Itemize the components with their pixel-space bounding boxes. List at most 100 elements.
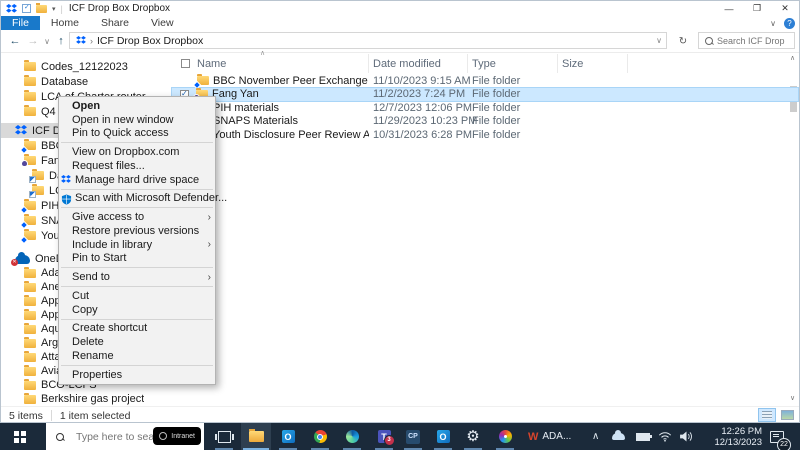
thumbnails-view-button[interactable]: [778, 408, 796, 422]
tray-app[interactable]: W ADA...: [528, 423, 578, 450]
cp-app-taskbar-button[interactable]: CP: [398, 423, 428, 450]
notification-center-button[interactable]: 22: [770, 423, 791, 450]
menu-item-scan-with-defender[interactable]: Scan with Microsoft Defender...: [59, 192, 227, 206]
task-view-button[interactable]: [209, 423, 239, 450]
folder-icon: [24, 60, 36, 71]
menu-item-open-in-new-window[interactable]: Open in new window: [59, 113, 215, 127]
menu-item-request-files[interactable]: Request files...: [59, 159, 215, 173]
menu-item-restore-previous-versions[interactable]: Restore previous versions: [59, 224, 215, 238]
sidebar-item[interactable]: Berkshire gas project: [1, 392, 172, 406]
menu-item-copy[interactable]: Copy: [59, 303, 215, 317]
sidebar-item[interactable]: Database: [1, 74, 172, 89]
menu-item-give-access-to[interactable]: Give access to ›: [59, 210, 215, 224]
file-row[interactable]: SNAPS Materials 11/29/2023 10:23 PM File…: [172, 114, 798, 129]
menu-item-include-in-library[interactable]: Include in library ›: [59, 238, 215, 252]
forward-button[interactable]: →: [25, 30, 41, 52]
outlook-icon: O: [436, 430, 450, 443]
column-header-name[interactable]: Name: [172, 54, 369, 73]
tray-overflow-chevron[interactable]: ∧: [592, 423, 599, 450]
column-header-size[interactable]: Size: [558, 54, 628, 73]
menu-item-rename[interactable]: Rename: [59, 349, 215, 363]
file-row-selected[interactable]: Fang Yan 11/2/2023 7:24 PM File folder: [171, 86, 799, 102]
minimize-button[interactable]: —: [715, 1, 743, 16]
gear-icon: ⚙: [466, 428, 480, 445]
submenu-arrow-icon: ›: [207, 239, 211, 251]
details-view-button[interactable]: [758, 408, 776, 422]
menu-item-cut[interactable]: Cut: [59, 289, 215, 303]
new-folder-quick-icon[interactable]: [36, 2, 47, 13]
file-row[interactable]: BBC November Peer Exchange 11/10/2023 9:…: [172, 74, 798, 88]
view-toggles: [758, 408, 796, 422]
title-bar: ▾ | ICF Drop Box Dropbox — ❐ ✕: [1, 1, 799, 16]
tab-view[interactable]: View: [140, 16, 185, 30]
properties-quick-icon[interactable]: [22, 3, 31, 13]
menu-separator: [61, 188, 213, 190]
settings-taskbar-button[interactable]: ⚙: [458, 423, 488, 450]
customize-toolbar-chevron-icon[interactable]: ▾: [52, 5, 56, 13]
selection-count: 1 item selected: [59, 409, 131, 422]
teams-icon: T3: [377, 430, 395, 446]
column-header-date-modified[interactable]: Date modified: [369, 54, 468, 73]
menu-item-view-on-dropbox[interactable]: View on Dropbox.com: [59, 145, 215, 159]
clock[interactable]: 12:26 PM 12/13/2023: [700, 423, 762, 450]
menu-item-send-to[interactable]: Send to ›: [59, 270, 215, 284]
folder-icon: [24, 392, 36, 404]
menu-separator: [61, 286, 213, 287]
menu-item-create-shortcut[interactable]: Create shortcut: [59, 322, 215, 336]
outlook2-taskbar-button[interactable]: O: [428, 423, 458, 450]
volume-tray-icon[interactable]: [680, 423, 693, 450]
menu-separator: [61, 267, 213, 269]
battery-tray-icon[interactable]: [636, 423, 652, 450]
sidebar-item[interactable]: Codes_12122023: [1, 59, 172, 74]
file-row[interactable]: Youth Disclosure Peer Review Articles 10…: [172, 128, 798, 142]
menu-item-open[interactable]: Open: [59, 99, 215, 113]
menu-item-delete[interactable]: Delete: [59, 335, 215, 349]
recent-locations-chevron-icon[interactable]: ∨: [41, 30, 53, 52]
outlook-taskbar-button[interactable]: O: [273, 423, 303, 450]
teams-taskbar-button[interactable]: T3: [369, 423, 399, 450]
intranet-badge[interactable]: Intranet: [153, 427, 201, 445]
menu-item-pin-to-quick-access[interactable]: Pin to Quick access: [59, 127, 215, 141]
taskbar-search[interactable]: Intranet: [46, 423, 204, 450]
chrome-taskbar-button[interactable]: [305, 423, 335, 450]
file-list: ∧ Name Date modified Type Size BBC Novem…: [171, 50, 799, 406]
search-box[interactable]: [698, 32, 795, 49]
paint-app-taskbar-button[interactable]: [490, 423, 520, 450]
back-button[interactable]: ←: [7, 30, 23, 52]
folder-icon: [24, 336, 36, 348]
tab-file[interactable]: File: [1, 16, 40, 30]
folder-icon: [24, 322, 36, 334]
search-input[interactable]: [717, 35, 787, 46]
start-button[interactable]: [0, 423, 46, 450]
file-explorer-taskbar-button[interactable]: [241, 423, 271, 450]
file-row[interactable]: PIH materials 12/7/2023 12:06 PM File fo…: [172, 101, 798, 115]
restore-button[interactable]: ❐: [743, 1, 771, 16]
onedrive-tray-icon[interactable]: [612, 423, 625, 450]
menu-item-pin-to-start[interactable]: Pin to Start: [59, 252, 215, 266]
folder-icon: [24, 75, 36, 86]
help-icon[interactable]: ?: [784, 17, 795, 29]
expand-ribbon-chevron-icon[interactable]: ∨: [770, 19, 776, 28]
folder-icon: [24, 350, 36, 362]
column-header-type[interactable]: Type: [468, 54, 558, 73]
tab-share[interactable]: Share: [90, 16, 140, 30]
dropbox-folder-icon: [24, 199, 36, 210]
close-button[interactable]: ✕: [771, 1, 799, 16]
up-button[interactable]: ↑: [53, 30, 69, 52]
select-all-checkbox[interactable]: [181, 59, 190, 68]
folder-icon: [24, 280, 36, 292]
breadcrumb[interactable]: ICF Drop Box Dropbox: [97, 35, 203, 47]
menu-item-properties[interactable]: Properties: [59, 368, 215, 382]
window-title: ICF Drop Box Dropbox: [68, 3, 171, 14]
address-bar[interactable]: › ICF Drop Box Dropbox ∨: [69, 32, 667, 49]
refresh-button[interactable]: ↻: [675, 30, 691, 52]
wifi-tray-icon[interactable]: [658, 423, 672, 450]
edge-taskbar-button[interactable]: [337, 423, 367, 450]
folder-icon: [24, 378, 36, 390]
menu-item-manage-hard-drive-space[interactable]: Manage hard drive space: [59, 173, 215, 187]
taskbar-search-input[interactable]: [74, 429, 156, 444]
tab-home[interactable]: Home: [40, 16, 90, 30]
edge-icon: [345, 430, 359, 443]
titlebar-divider: |: [60, 3, 63, 14]
address-dropdown-chevron-icon[interactable]: ∨: [656, 36, 662, 45]
